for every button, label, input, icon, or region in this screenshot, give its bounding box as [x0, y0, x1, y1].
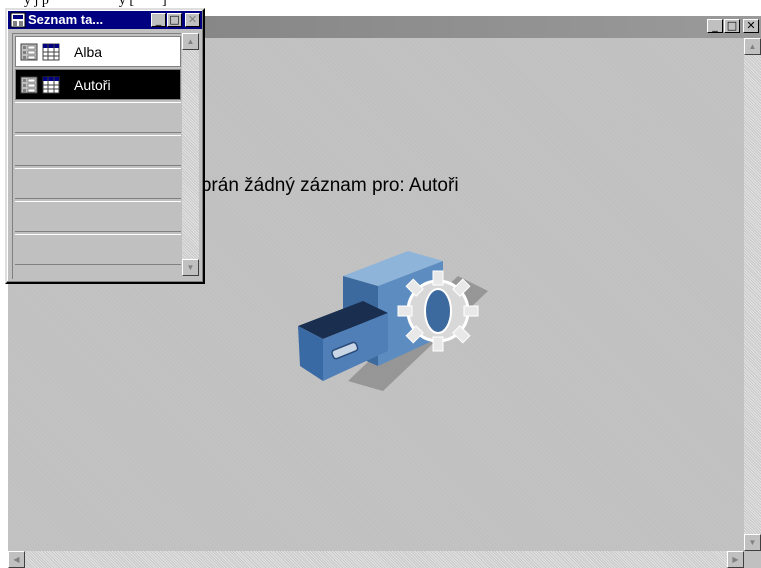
main-horizontal-scrollbar[interactable]: ◀ ▶ — [8, 551, 744, 568]
main-scroll-up-button[interactable]: ▲ — [744, 38, 761, 55]
palette-titlebar[interactable]: Seznam ta... _ □ ✕ — [8, 11, 202, 29]
file-cabinet-with-gear-icon — [298, 251, 488, 391]
form-icon — [20, 43, 38, 61]
main-vertical-scrollbar[interactable]: ▲ ▼ — [744, 38, 761, 551]
table-list-item-label: Alba — [74, 44, 103, 60]
table-list: Alba Autoři — [12, 33, 181, 279]
table-list-app-icon — [10, 12, 26, 28]
table-icon — [42, 76, 60, 94]
table-list-item[interactable]: Alba — [15, 36, 181, 67]
item-icons — [20, 76, 60, 94]
main-scroll-down-button[interactable]: ▼ — [744, 534, 761, 551]
main-close-button[interactable]: ✕ — [743, 19, 759, 33]
palette-maximize-button[interactable]: □ — [167, 13, 182, 27]
main-scroll-right-button[interactable]: ▶ — [727, 551, 744, 568]
table-list-empty-row — [15, 168, 181, 199]
table-list-item-label: Autoři — [74, 77, 111, 93]
table-icon — [42, 43, 60, 61]
table-list-empty-row — [15, 102, 181, 133]
palette-close-button[interactable]: ✕ — [185, 13, 200, 27]
table-list-item[interactable]: Autoři — [15, 69, 181, 100]
table-list-empty-row — [15, 234, 181, 265]
item-icons — [20, 43, 60, 61]
desktop: y j p y [ ] _ □ ✕ Nebyl vybrán žádný záz… — [0, 0, 761, 568]
main-maximize-button[interactable]: □ — [724, 19, 740, 33]
table-list-empty-row — [15, 135, 181, 166]
table-list-empty-row — [15, 201, 181, 232]
table-list-palette: Seznam ta... _ □ ✕ Alba Autoři ▲ ▼ — [5, 8, 205, 284]
palette-vertical-scrollbar[interactable]: ▲ ▼ — [182, 33, 199, 276]
main-scroll-left-button[interactable]: ◀ — [8, 551, 25, 568]
main-minimize-button[interactable]: _ — [707, 19, 723, 33]
form-icon — [20, 76, 38, 94]
no-record-message: Nebyl vybrán žádný záznam pro: Autoři — [128, 175, 459, 196]
palette-minimize-button[interactable]: _ — [151, 13, 166, 27]
scrollbar-corner — [744, 551, 761, 568]
palette-title: Seznam ta... — [28, 12, 104, 27]
palette-scroll-up-button[interactable]: ▲ — [182, 33, 199, 50]
palette-scroll-down-button[interactable]: ▼ — [182, 259, 199, 276]
